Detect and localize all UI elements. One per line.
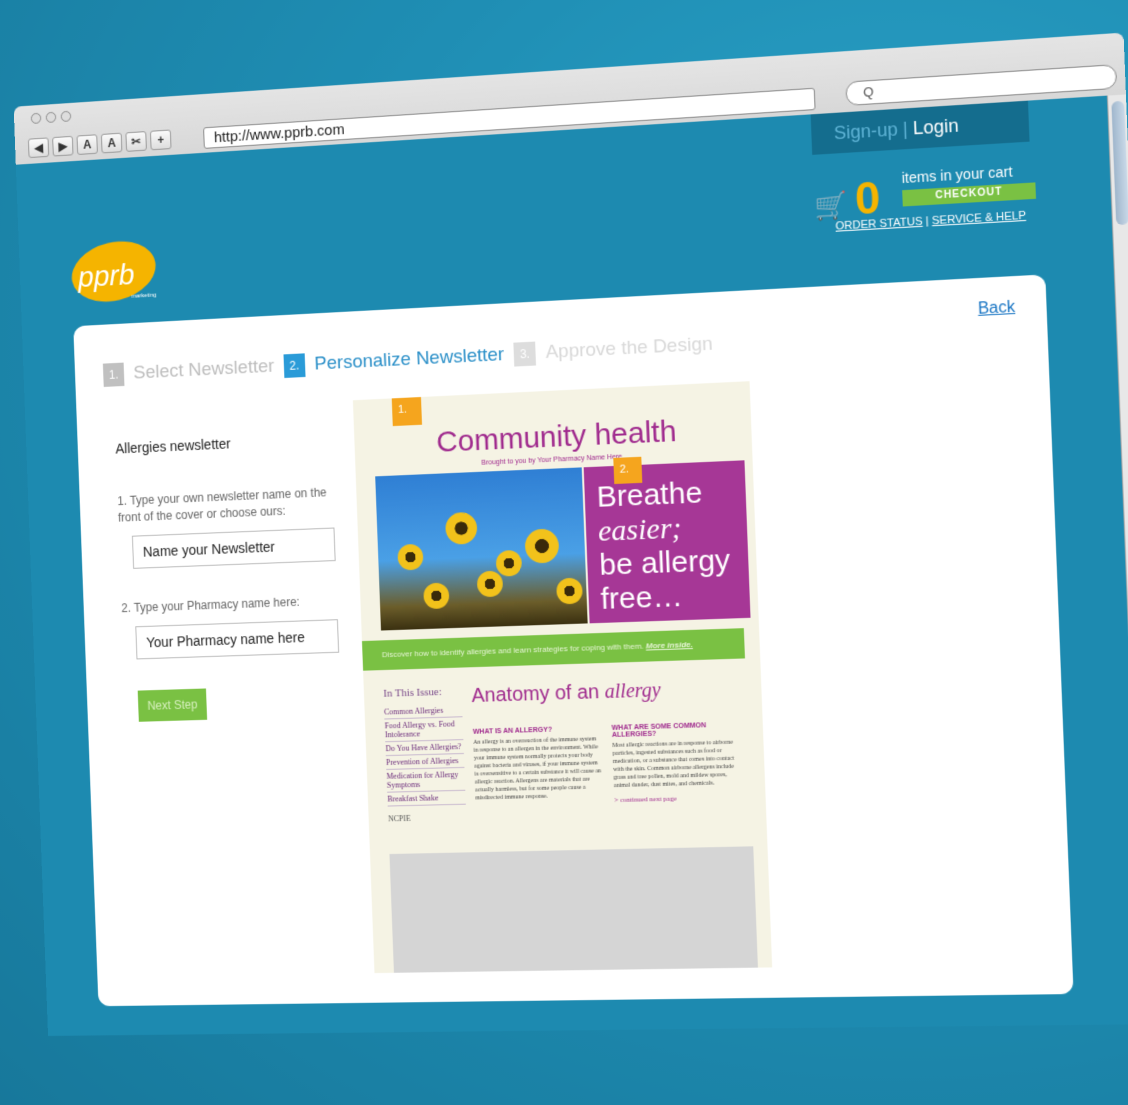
step-number: 1. [102, 362, 125, 387]
step-label: Approve the Design [545, 333, 714, 364]
header-link-separator: | [925, 215, 929, 228]
teaser-link: More inside. [645, 639, 693, 651]
cart-label: items in your cart [901, 163, 1013, 187]
service-help-link[interactable]: SERVICE & HELP [932, 210, 1027, 228]
headline-line-2: easier; [597, 511, 683, 548]
close-window-icon[interactable] [30, 112, 42, 125]
headline-line-3: be allergy [598, 543, 731, 582]
newsletter-title: Allergies newsletter [115, 435, 231, 457]
next-step-button[interactable]: Next Step [137, 688, 208, 722]
issue-item: Medication for Allergy Symptoms [386, 767, 466, 793]
forward-nav-button[interactable]: ▶ [52, 135, 74, 157]
teaser-banner: Discover how to identify allergies and l… [361, 628, 745, 671]
zoom-window-icon[interactable] [60, 110, 72, 123]
step-approve-design[interactable]: 3. Approve the Design [513, 333, 714, 367]
back-link[interactable]: Back [978, 299, 1016, 319]
column-heading: WHAT IS AN ALLERGY? [472, 726, 553, 736]
logo-subtitle: marketing [131, 292, 157, 300]
issue-heading: In This Issue: [383, 686, 442, 700]
article-column-2: WHAT ARE SOME COMMON ALLERGIES? Most all… [612, 721, 746, 804]
newsletter-name-input[interactable]: Name your Newsletter [131, 527, 336, 569]
step-label: Select Newsletter [133, 355, 275, 384]
column-body: An allergy is an overreaction of the imm… [473, 736, 602, 802]
web-page: Sign-up | Login 🛒 0 items in your cart C… [15, 95, 1128, 1036]
issue-item: Food Allergy vs. Food Intolerance [384, 717, 464, 743]
column-heading: WHAT ARE SOME COMMON ALLERGIES? [611, 722, 707, 739]
continued-link: > continued next page [614, 794, 677, 805]
newsletter-preview: 1. Community health Brought to you by Yo… [352, 381, 773, 974]
step-indicator: 1. Select Newsletter 2. Personalize News… [102, 333, 714, 387]
window-controls [30, 110, 72, 125]
back-nav-button[interactable]: ◀ [27, 137, 50, 159]
snippet-button[interactable]: ✂ [125, 131, 147, 152]
edit-marker-2[interactable]: 2. [613, 456, 643, 485]
step-label: Personalize Newsletter [314, 344, 505, 375]
add-bookmark-button[interactable]: + [149, 129, 172, 151]
toolbar-buttons: ◀ ▶ A A ✂ + [27, 129, 172, 159]
step-personalize-newsletter[interactable]: 2. Personalize Newsletter [283, 343, 504, 378]
logo: pprb [77, 258, 136, 294]
teaser-text: Discover how to identify allergies and l… [381, 641, 644, 660]
order-status-link[interactable]: ORDER STATUS [835, 216, 923, 233]
main-card: Back 1. Select Newsletter 2. Personalize… [73, 274, 1074, 1007]
edit-marker-1[interactable]: 1. [391, 397, 423, 427]
article-title: Anatomy of an allergy [471, 679, 662, 708]
text-larger-button[interactable]: A [100, 132, 123, 154]
cart-widget: 🛒 0 items in your cart CHECKOUT ORDER ST… [813, 159, 1043, 233]
browser-window: ◀ ▶ A A ✂ + http://www.pprb.com Q ▯ Sign… [11, 0, 1128, 1105]
cart-icon[interactable]: 🛒 [814, 189, 848, 222]
headline-panel: Breathe easier; be allergy free… [583, 460, 751, 624]
column-body: Most allergic reactions are in response … [612, 739, 735, 790]
signup-link[interactable]: Sign-up [834, 119, 899, 143]
pharmacy-name-input[interactable]: Your Pharmacy name here [135, 619, 340, 660]
ncpie-logo: NCPIE [387, 813, 411, 824]
account-separator: | [902, 118, 909, 140]
step-number: 3. [513, 341, 537, 367]
preview-placeholder [389, 846, 758, 973]
article-column-1: WHAT IS AN ALLERGY? An allergy is an ove… [473, 725, 605, 802]
issue-item: Breakfast Shake [387, 790, 466, 807]
question-newsletter-name: 1. Type your own newsletter name on the … [117, 485, 327, 525]
step-select-newsletter[interactable]: 1. Select Newsletter [102, 355, 275, 387]
minimize-window-icon[interactable] [45, 111, 57, 124]
login-link[interactable]: Login [913, 115, 959, 138]
text-smaller-button[interactable]: A [76, 134, 98, 155]
step-number: 2. [283, 353, 306, 378]
question-pharmacy-name: 2. Type your Pharmacy name here: [121, 594, 301, 616]
scrollbar-thumb[interactable] [1111, 100, 1128, 226]
in-this-issue: In This Issue: Common Allergies Food All… [383, 683, 466, 825]
personalize-form: Allergies newsletter 1. Type your own ne… [115, 430, 355, 722]
headline-line-4: free… [600, 579, 684, 616]
checkout-button[interactable]: CHECKOUT [902, 182, 1037, 207]
flowers-photo [375, 467, 588, 631]
